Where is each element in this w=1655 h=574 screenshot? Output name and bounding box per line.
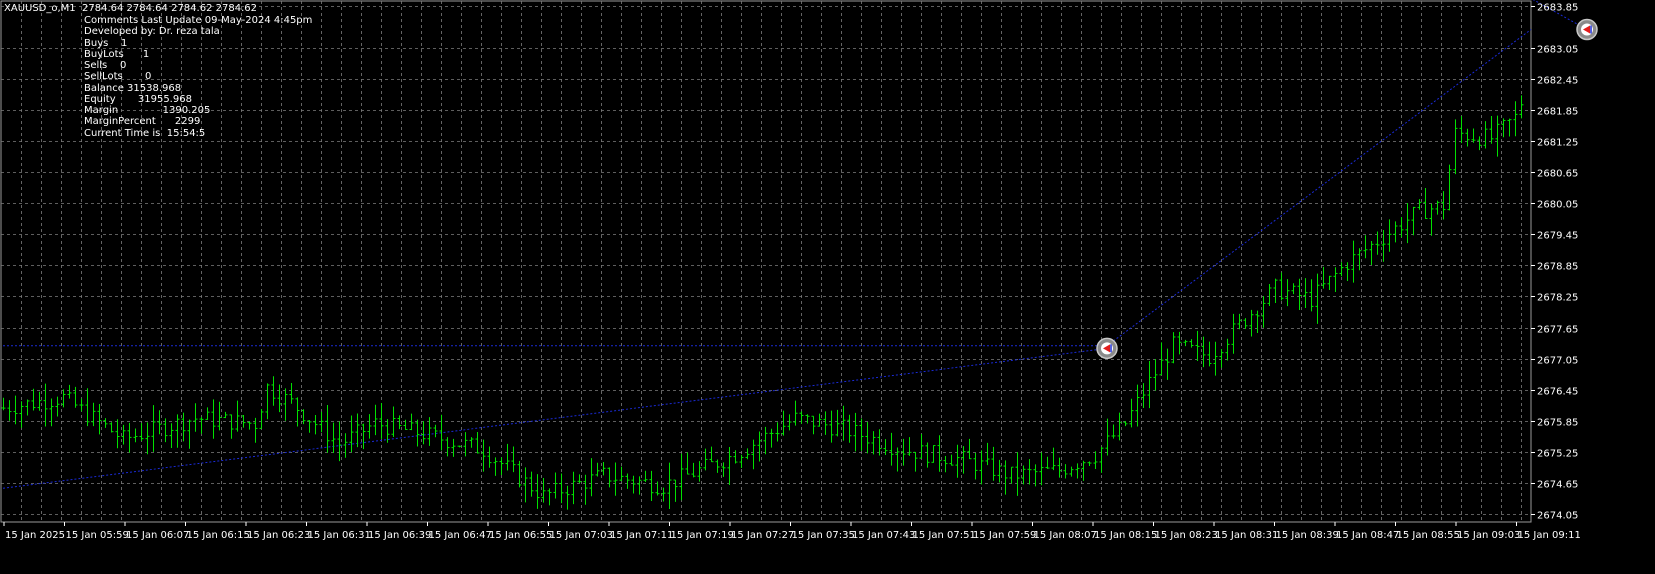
comment-line: Balance 31538.968	[84, 83, 182, 94]
time-tick-label: 15 Jan 08:55	[1397, 530, 1460, 541]
time-axis: 15 Jan 2025 15 Jan 05:5915 Jan 06:0715 Ja…	[3, 522, 1581, 541]
time-tick-label: 15 Jan 08:07	[1034, 530, 1097, 541]
price-tick-label: 2683.05	[1537, 45, 1578, 56]
time-tick-label: 15 Jan 06:31	[308, 530, 371, 541]
comment-line: Developed by: Dr. reza tala	[84, 26, 220, 37]
time-tick-label: 15 Jan 07:59	[973, 530, 1036, 541]
time-tick-label: 15 Jan 07:19	[671, 530, 734, 541]
comment-line: Margin 1390.205	[84, 105, 211, 116]
trade-arrow-icon	[1576, 18, 1598, 41]
time-tick-label: 15 Jan 07:35	[792, 530, 855, 541]
price-tick-label: 2681.25	[1537, 138, 1578, 149]
time-tick-label: 15 Jan 06:23	[247, 530, 310, 541]
time-tick-label: 15 Jan 08:31	[1215, 530, 1278, 541]
symbol-header: XAUUSD_o,M1 2784.64 2784.64 2784.62 2784…	[4, 3, 257, 14]
price-tick-label: 2680.65	[1537, 169, 1578, 180]
price-tick-label: 2674.65	[1537, 480, 1578, 491]
time-tick-label: 15 Jan 07:11	[610, 530, 673, 541]
comment-line: SellLots 0	[84, 71, 152, 82]
price-tick-label: 2680.05	[1537, 200, 1578, 211]
time-tick-label: 15 Jan 2025	[5, 530, 65, 541]
comment-line: MarginPercent 2299	[84, 116, 201, 127]
comment-line: Current Time is 15:54:5	[84, 128, 206, 139]
price-tick-label: 2678.25	[1537, 293, 1578, 304]
time-tick-label: 15 Jan 09:03	[1457, 530, 1520, 541]
time-tick-label: 15 Jan 06:39	[368, 530, 431, 541]
price-tick-label: 2675.25	[1537, 449, 1578, 460]
time-tick-label: 15 Jan 06:15	[187, 530, 250, 541]
time-tick-label: 15 Jan 09:11	[1518, 530, 1581, 541]
price-tick-label: 2677.65	[1537, 325, 1578, 336]
chart-window[interactable]: 2683.85 2683.05 2682.45 2681.85 2681.25 2680.…	[0, 0, 1655, 574]
trade-arrow-icon	[1096, 337, 1118, 360]
price-tick-label: 2679.45	[1537, 231, 1578, 242]
time-tick-label: 15 Jan 07:27	[731, 530, 794, 541]
price-tick-label: 2677.05	[1537, 356, 1578, 367]
comment-line: Comments Last Update 09-May-2024 4:45pm	[84, 15, 313, 26]
comment-line: Equity 31955.968	[84, 94, 192, 105]
price-tick-label: 2682.45	[1537, 76, 1578, 87]
time-tick-label: 15 Jan 07:03	[550, 530, 613, 541]
time-tick-label: 15 Jan 07:43	[852, 530, 915, 541]
comment-line: Buys 1	[84, 38, 128, 49]
price-tick-label: 2674.05	[1537, 511, 1578, 522]
price-tick-label: 2676.45	[1537, 387, 1578, 398]
comment-line: Sells 0	[84, 60, 127, 71]
time-tick-label: 15 Jan 08:15	[1094, 530, 1157, 541]
comment-line: BuyLots 1	[84, 49, 150, 60]
time-tick-label: 15 Jan 08:23	[1155, 530, 1218, 541]
time-tick-label: 15 Jan 05:59	[66, 530, 129, 541]
price-tick-label: 2678.85	[1537, 262, 1578, 273]
time-tick-label: 15 Jan 07:51	[913, 530, 976, 541]
time-tick-label: 15 Jan 06:07	[126, 530, 189, 541]
time-tick-label: 15 Jan 08:39	[1276, 530, 1339, 541]
time-tick-label: 15 Jan 06:55	[489, 530, 552, 541]
time-tick-label: 15 Jan 06:47	[429, 530, 492, 541]
price-axis: 2683.85 2683.05 2682.45 2681.85 2681.25 2680.…	[1531, 3, 1578, 522]
time-tick-label: 15 Jan 08:47	[1336, 530, 1399, 541]
price-chart[interactable]: 2683.85 2683.05 2682.45 2681.85 2681.25 2680.…	[0, 0, 1655, 574]
price-tick-label: 2681.85	[1537, 107, 1578, 118]
price-tick-label: 2675.85	[1537, 418, 1578, 429]
price-tick-label: 2683.85	[1537, 3, 1578, 14]
